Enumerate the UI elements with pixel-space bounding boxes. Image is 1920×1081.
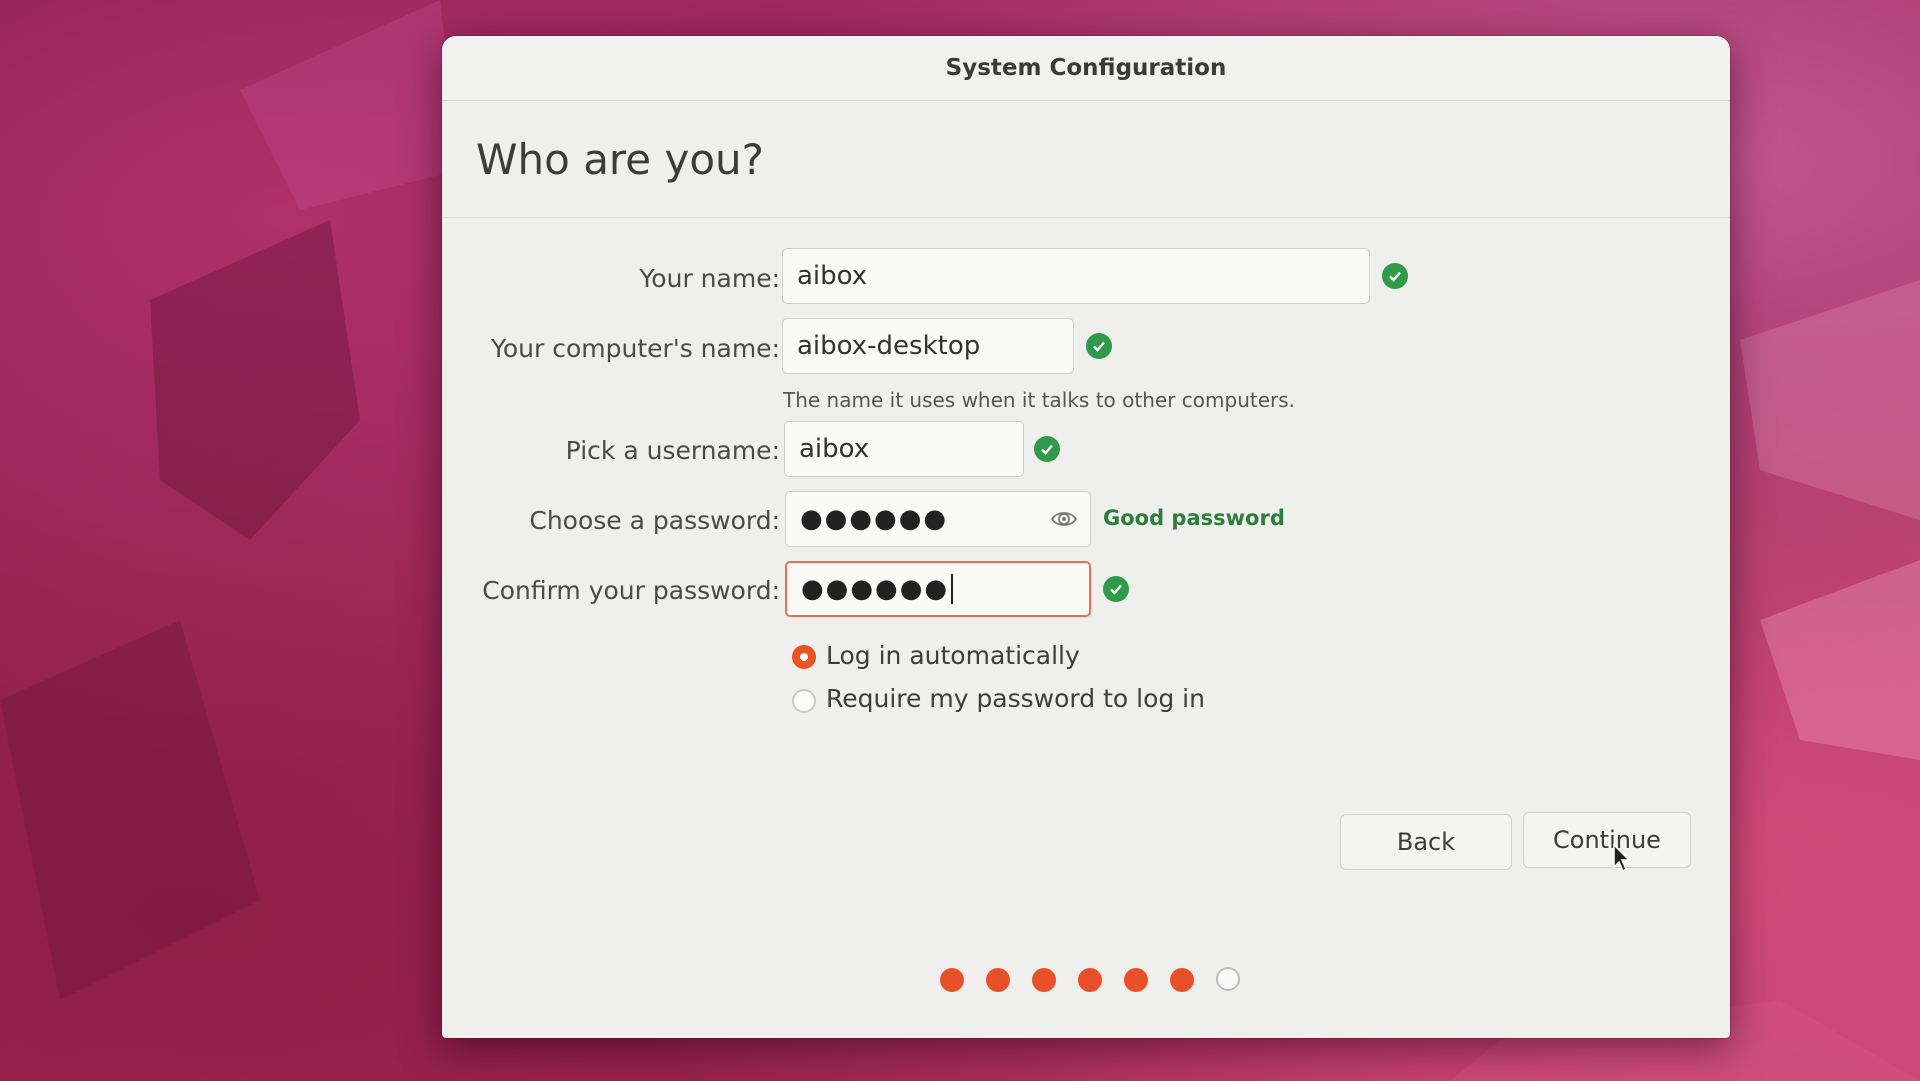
username-value: aibox (799, 434, 870, 464)
computer-name-field[interactable]: aibox-desktop (782, 318, 1074, 374)
continue-button[interactable]: Continue (1523, 812, 1691, 868)
progress-step-4 (1078, 968, 1102, 992)
back-button[interactable]: Back (1340, 814, 1512, 870)
login-automatically-label[interactable]: Log in automatically (826, 641, 1080, 670)
confirm-password-mask: ●●●●●● (801, 574, 950, 604)
progress-step-1 (940, 968, 964, 992)
window-title: System Configuration (442, 36, 1730, 101)
progress-step-6 (1170, 968, 1194, 992)
password-label: Choose a password: (529, 506, 780, 535)
page-title: Who are you? (476, 135, 764, 184)
computer-name-label: Your computer's name: (490, 334, 780, 363)
progress-step-5 (1124, 968, 1148, 992)
password-field[interactable]: ●●●●●● (785, 491, 1091, 547)
confirm-password-valid-check-icon (1103, 576, 1129, 602)
confirm-password-label: Confirm your password: (482, 576, 780, 605)
password-strength-label: Good password (1103, 506, 1285, 530)
confirm-password-field[interactable]: ●●●●●● (785, 561, 1091, 617)
username-field[interactable]: aibox (784, 421, 1024, 477)
require-password-radio[interactable] (792, 689, 816, 713)
mouse-pointer-icon (1612, 843, 1632, 877)
name-valid-check-icon (1382, 263, 1408, 289)
heading-area: Who are you? (442, 101, 1730, 218)
computer-name-value: aibox-desktop (797, 331, 981, 361)
name-value: aibox (797, 261, 868, 291)
username-label: Pick a username: (565, 436, 780, 465)
login-automatically-radio[interactable] (792, 645, 816, 669)
computer-name-hint: The name it uses when it talks to other … (783, 388, 1296, 412)
installer-window: System Configuration Who are you? Your n… (442, 36, 1730, 1038)
progress-indicator (940, 967, 1240, 998)
name-label: Your name: (639, 264, 780, 293)
computer-name-valid-check-icon (1086, 333, 1112, 359)
show-password-eye-icon[interactable] (1050, 507, 1078, 538)
require-password-label[interactable]: Require my password to log in (826, 684, 1205, 713)
progress-step-2 (986, 968, 1010, 992)
text-caret (951, 574, 954, 604)
name-field[interactable]: aibox (782, 248, 1370, 304)
progress-step-7 (1216, 967, 1240, 991)
username-valid-check-icon (1034, 436, 1060, 462)
progress-step-3 (1032, 968, 1056, 992)
password-mask: ●●●●●● (800, 504, 949, 534)
